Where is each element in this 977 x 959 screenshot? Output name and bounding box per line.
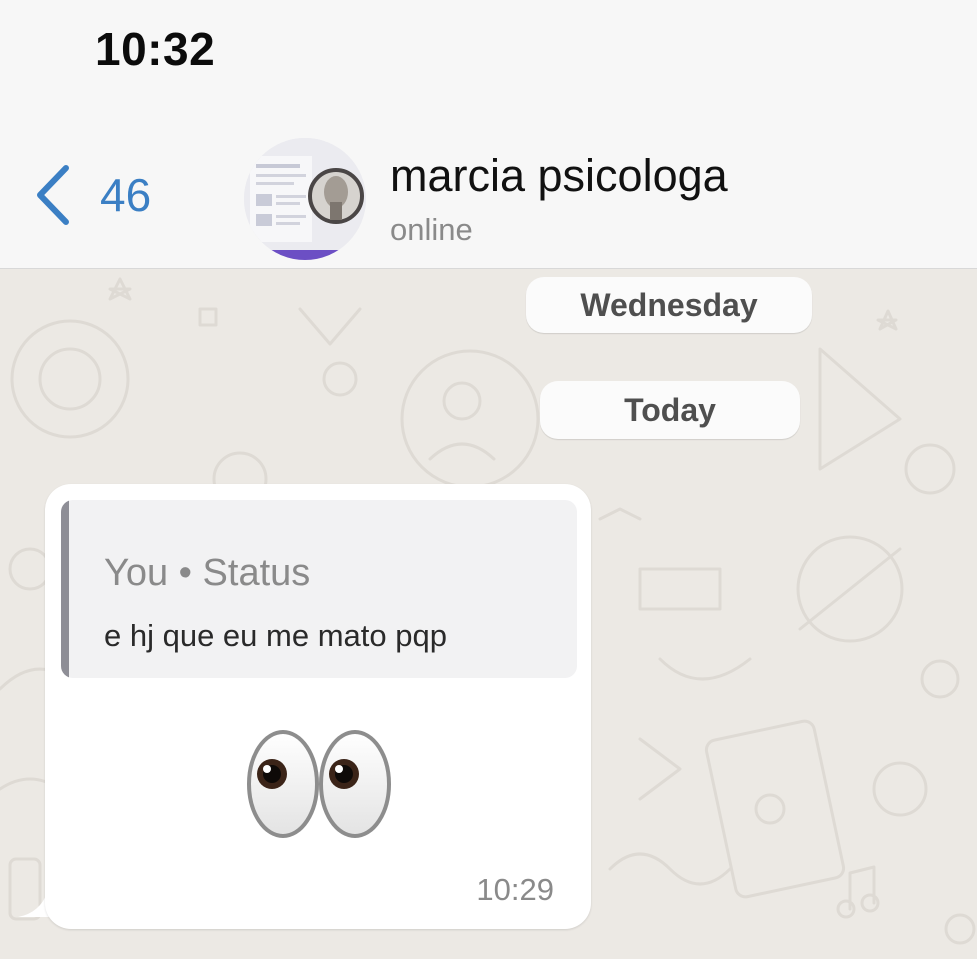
message-bubble[interactable]: You • Status e hj que eu me mato pqp 10:… xyxy=(45,484,591,929)
contact-status: online xyxy=(390,212,473,247)
quote-bar xyxy=(61,500,69,678)
date-chip-wednesday: Wednesday xyxy=(526,277,812,333)
chat-header: 46 marcia psicologa online xyxy=(0,130,977,269)
message-time: 10:29 xyxy=(476,872,554,907)
chat-area[interactable]: Wednesday Today You • Status e hj que eu… xyxy=(0,269,977,959)
status-time: 10:32 xyxy=(95,23,216,75)
quote-author: You • Status xyxy=(104,552,311,594)
quote-text: e hj que eu me mato pqp xyxy=(104,618,447,653)
avatar[interactable] xyxy=(244,138,366,260)
status-bar: 10:32 xyxy=(0,0,977,130)
status-reply-quote[interactable]: You • Status e hj que eu me mato pqp xyxy=(61,500,577,678)
unread-count: 46 xyxy=(100,169,152,221)
contact-name[interactable]: marcia psicologa xyxy=(390,150,728,202)
eyes-emoji xyxy=(241,714,401,859)
back-button[interactable]: 46 xyxy=(34,160,151,230)
date-chip-today: Today xyxy=(540,381,800,439)
chevron-left-icon xyxy=(34,164,74,226)
